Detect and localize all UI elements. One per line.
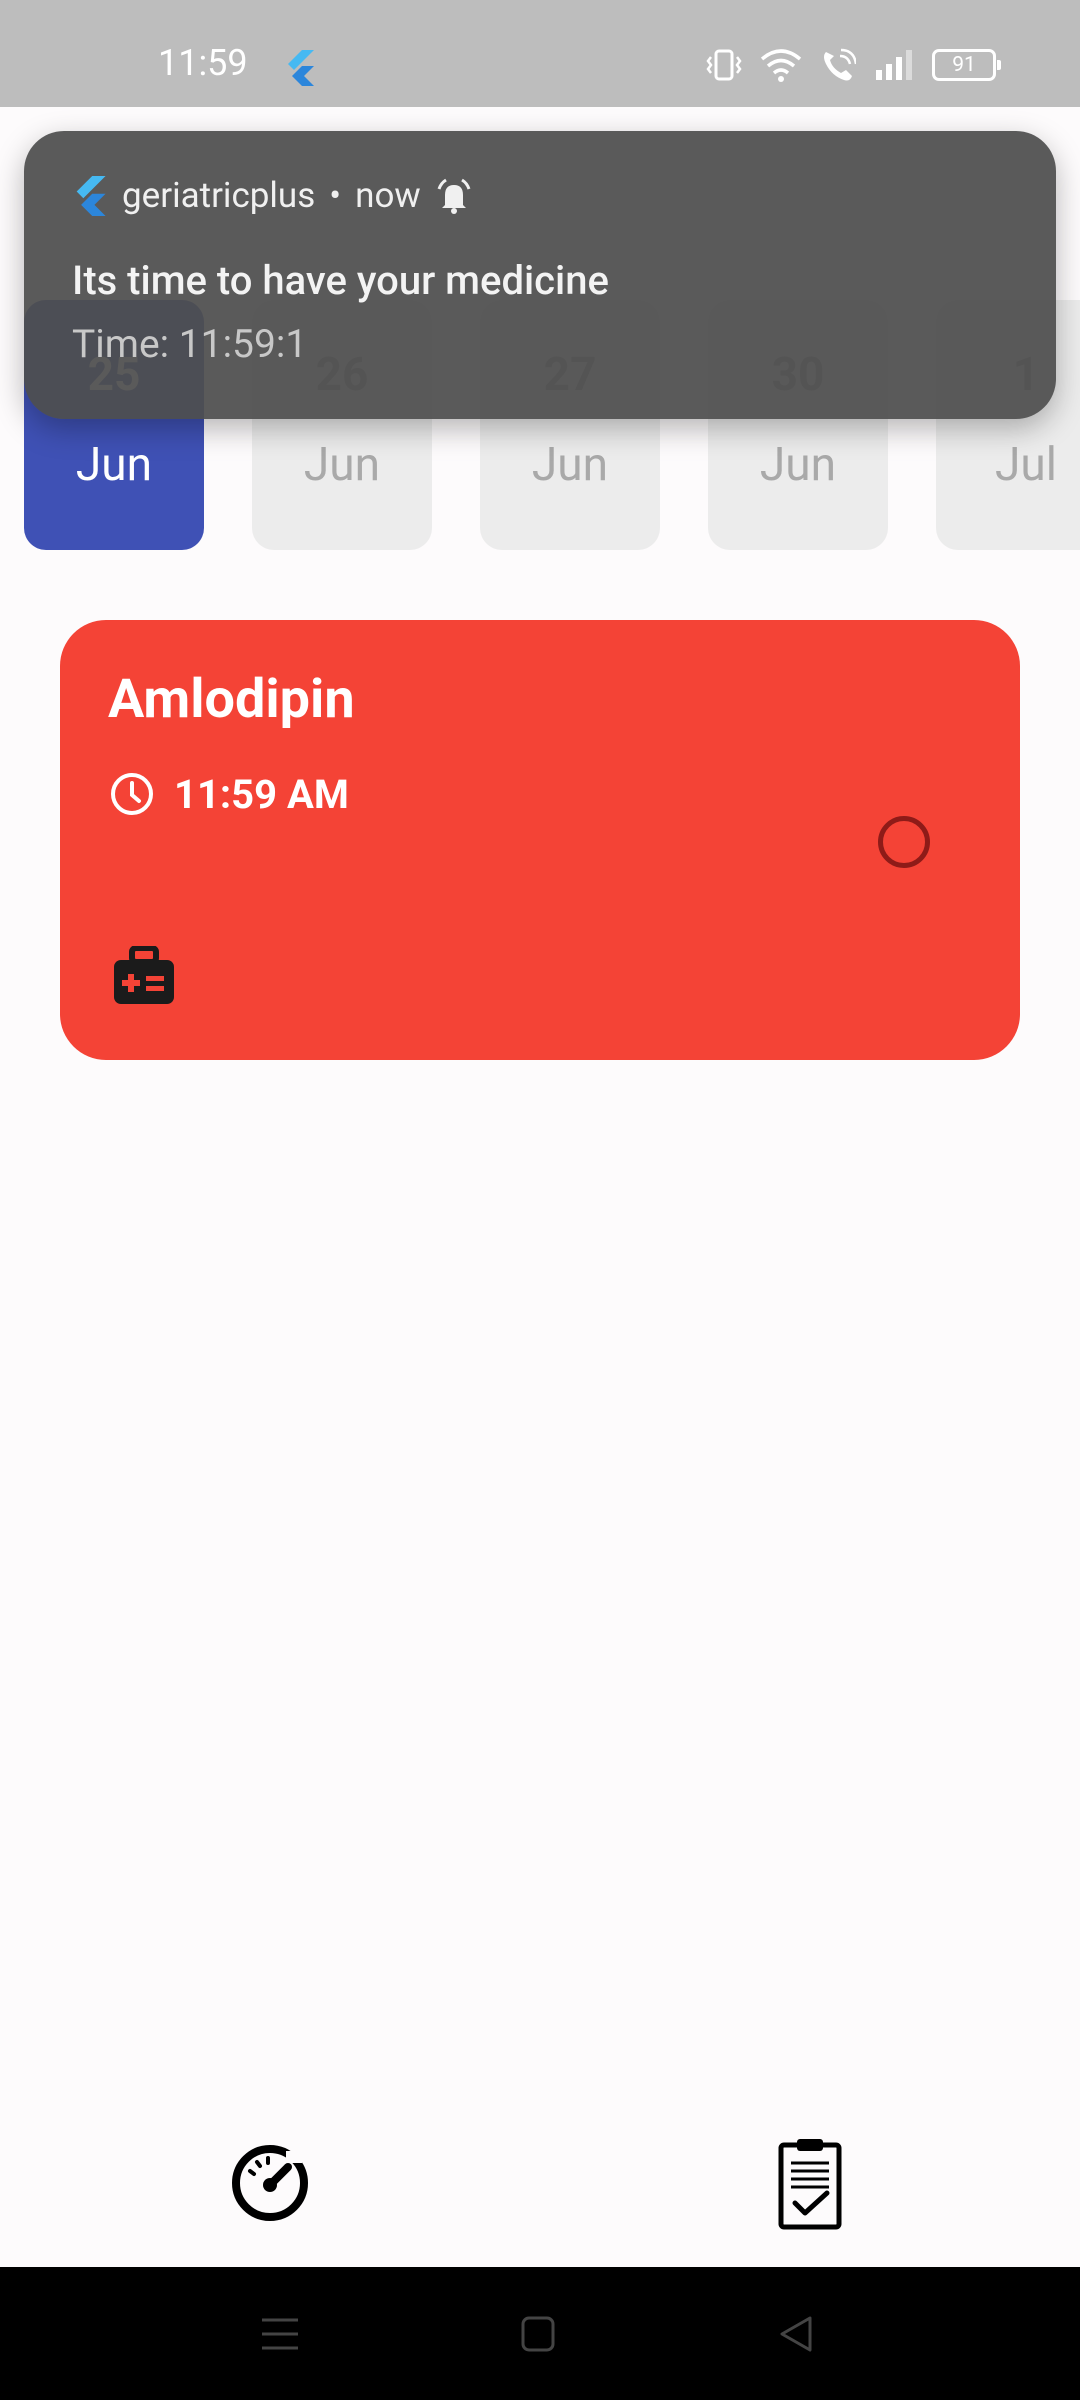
date-month: Jun	[759, 438, 837, 492]
flutter-icon	[284, 50, 316, 90]
bottom-navigation	[0, 2100, 1080, 2267]
medicine-notification[interactable]: geriatricplus • now Its time to have you…	[24, 131, 1056, 419]
notification-title: Its time to have your medicine	[72, 257, 609, 304]
wifi-icon	[760, 49, 802, 82]
status-time: 11:59	[158, 42, 248, 84]
battery-icon: 91	[932, 49, 1001, 81]
vibrate-icon	[706, 49, 742, 81]
system-navigation-bar	[0, 2267, 1080, 2400]
taken-radio-button[interactable]	[878, 816, 930, 868]
date-month: Jun	[531, 438, 609, 492]
wifi-call-icon	[824, 48, 856, 81]
clipboard-check-icon[interactable]	[755, 2128, 865, 2238]
back-icon[interactable]	[770, 2311, 822, 2357]
flutter-icon	[76, 175, 106, 216]
medicine-time: 11:59 AM	[174, 770, 349, 818]
date-month: Jul	[995, 438, 1057, 492]
notification-text: Time: 11:59:1	[72, 321, 308, 367]
medicine-name: Amlodipin	[108, 668, 355, 731]
notification-separator: •	[329, 175, 342, 216]
status-bar: 11:59 91	[0, 0, 1080, 107]
date-month: Jun	[75, 438, 153, 492]
notification-app-name: geriatricplus	[122, 175, 316, 216]
date-month: Jun	[303, 438, 381, 492]
medical-kit-icon	[112, 945, 176, 1010]
medicine-card[interactable]: Amlodipin 11:59 AM	[60, 620, 1020, 1060]
menu-icon[interactable]	[254, 2311, 306, 2357]
notification-time: now	[355, 175, 421, 216]
notification-header: geriatricplus • now	[72, 175, 473, 216]
clock-icon	[111, 773, 153, 815]
medicine-time-row: 11:59 AM	[108, 770, 349, 818]
signal-icon	[876, 50, 912, 80]
status-icons: 91	[706, 48, 1001, 82]
home-icon[interactable]	[512, 2311, 564, 2357]
alarm-icon	[437, 178, 471, 214]
speedometer-icon[interactable]	[215, 2128, 325, 2238]
